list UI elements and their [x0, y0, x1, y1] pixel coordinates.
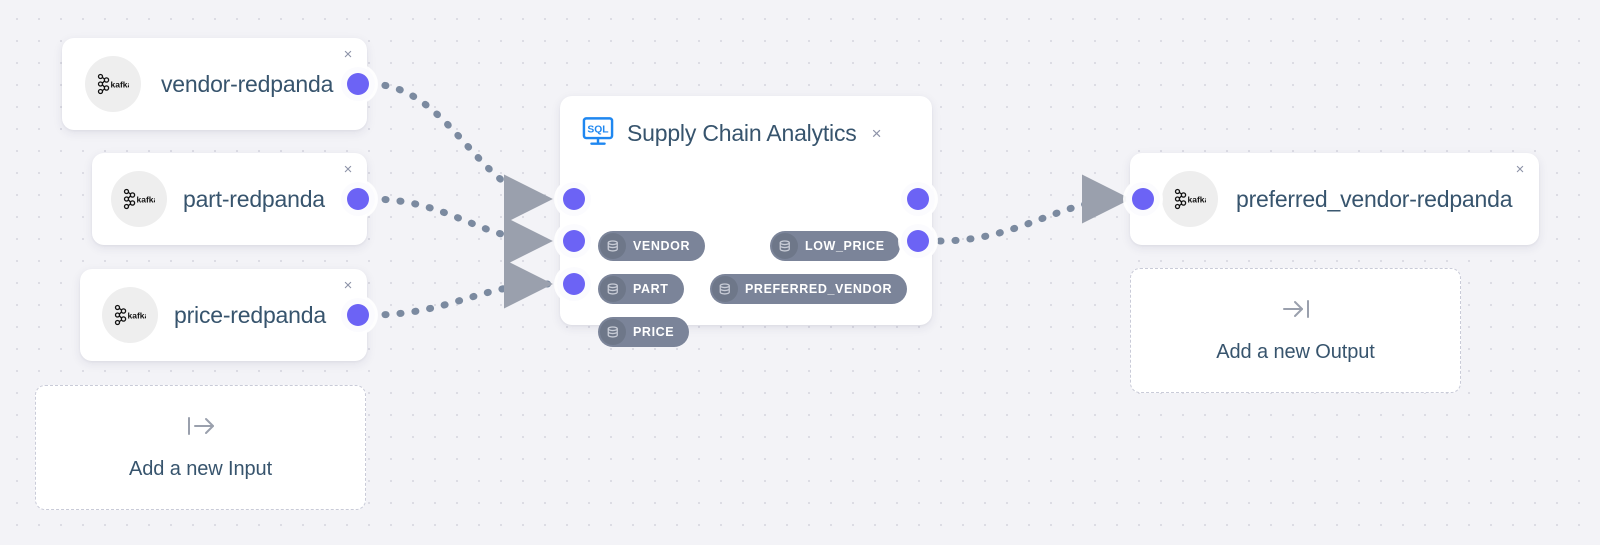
- processor-output-port-low-price[interactable]: [901, 182, 935, 216]
- close-icon[interactable]: ×: [340, 162, 356, 178]
- svg-text:SQL: SQL: [587, 124, 608, 135]
- input-node-label: price-redpanda: [174, 301, 326, 328]
- flow-canvas[interactable]: × kafka vendor-redpanda ×: [0, 0, 1600, 545]
- output-port[interactable]: [341, 67, 375, 101]
- add-new-input-card[interactable]: Add a new Input: [35, 385, 366, 510]
- input-stream-pill[interactable]: PART: [598, 274, 684, 304]
- output-port[interactable]: [341, 182, 375, 216]
- kafka-icon: kafka: [102, 287, 158, 343]
- processor-output-port-preferred-vendor[interactable]: [901, 224, 935, 258]
- sql-monitor-icon: SQL: [582, 116, 614, 151]
- processor-node-supply-chain-analytics[interactable]: SQL Supply Chain Analytics × VENDOR PART…: [557, 96, 935, 347]
- input-stream-pill[interactable]: VENDOR: [598, 231, 706, 261]
- stream-label: PART: [633, 282, 669, 296]
- add-new-output-label: Add a new Output: [1216, 340, 1375, 363]
- close-icon[interactable]: ×: [340, 278, 356, 294]
- processor-title: Supply Chain Analytics: [627, 120, 857, 146]
- processor-input-port-part[interactable]: [557, 224, 591, 258]
- arrow-out-icon: [186, 415, 216, 442]
- add-new-output-card[interactable]: Add a new Output: [1130, 268, 1461, 393]
- close-icon[interactable]: ×: [340, 47, 356, 63]
- input-node-vendor-redpanda[interactable]: × kafka vendor-redpanda: [62, 38, 375, 130]
- input-stream-pill[interactable]: PRICE: [598, 317, 690, 347]
- processor-input-port-price[interactable]: [557, 267, 591, 301]
- database-icon: [712, 276, 738, 302]
- edge-price-to-sql: [366, 259, 553, 319]
- input-node-part-redpanda[interactable]: × kafka part-redpanda: [92, 153, 375, 245]
- output-node-label: preferred_vendor-redpanda: [1236, 185, 1513, 212]
- arrow-in-icon: [1281, 298, 1311, 325]
- output-stream-pill[interactable]: LOW_PRICE: [770, 231, 900, 261]
- stream-label: PREFERRED_VENDOR: [745, 282, 893, 296]
- database-icon: [600, 276, 626, 302]
- stream-label: VENDOR: [633, 239, 691, 253]
- output-node-preferred-vendor-redpanda[interactable]: × kafka preferred_vendor-redpanda: [1126, 153, 1539, 245]
- svg-text:kafka: kafka: [137, 195, 156, 205]
- edge-vendor-to-sql: [366, 80, 553, 224]
- edge-sql-to-preferred-vendor: [936, 174, 1131, 245]
- input-port[interactable]: [1126, 182, 1160, 216]
- stream-label: PRICE: [633, 325, 675, 339]
- close-icon[interactable]: ×: [872, 124, 882, 144]
- close-icon[interactable]: ×: [1512, 162, 1528, 178]
- output-port[interactable]: [341, 298, 375, 332]
- input-node-price-redpanda[interactable]: × kafka price-redpanda: [80, 269, 375, 361]
- stream-label: LOW_PRICE: [805, 239, 885, 253]
- kafka-icon: kafka: [85, 56, 141, 112]
- processor-header: SQL Supply Chain Analytics ×: [560, 96, 932, 151]
- input-node-label: vendor-redpanda: [161, 70, 334, 97]
- database-icon: [600, 233, 626, 259]
- processor-input-port-vendor[interactable]: [557, 182, 591, 216]
- output-stream-pill[interactable]: PREFERRED_VENDOR: [710, 274, 908, 304]
- add-new-input-label: Add a new Input: [128, 457, 273, 480]
- edge-part-to-sql: [366, 195, 553, 266]
- svg-text:kafka: kafka: [128, 311, 147, 321]
- input-node-label: part-redpanda: [183, 185, 325, 212]
- svg-text:kafka: kafka: [111, 80, 130, 90]
- database-icon: [772, 233, 798, 259]
- kafka-icon: kafka: [111, 171, 167, 227]
- svg-text:kafka: kafka: [1188, 195, 1207, 205]
- database-icon: [600, 319, 626, 345]
- kafka-icon: kafka: [1162, 171, 1218, 227]
